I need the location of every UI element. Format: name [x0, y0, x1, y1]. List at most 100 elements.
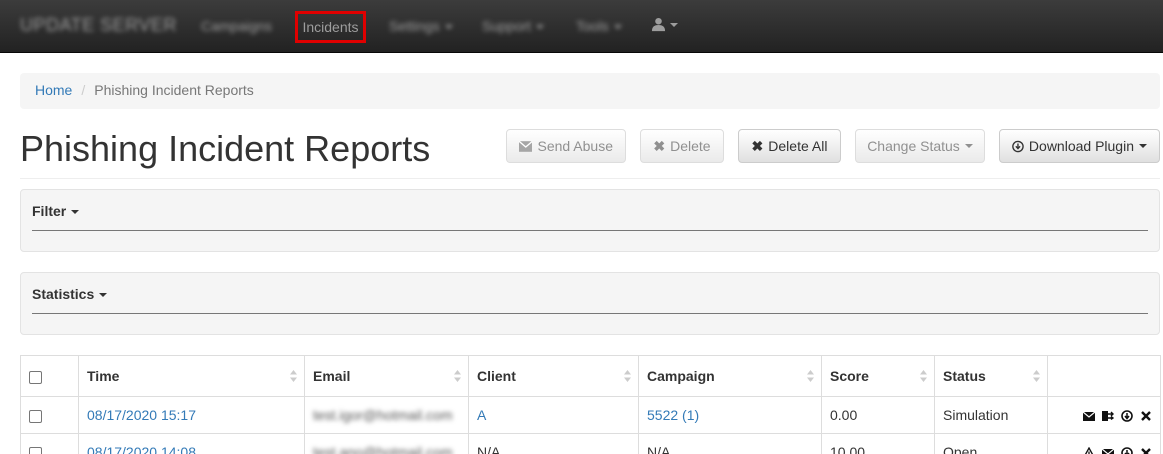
table-header-row: Time Email Client Campaign Score Status [20, 355, 1161, 397]
column-header-time[interactable]: Time [78, 355, 305, 397]
email-cell: test.ano@hotmail.com [304, 433, 469, 454]
filter-toggle[interactable]: Filter [32, 203, 80, 219]
caret-down-icon [670, 22, 678, 27]
column-header-label: Time [87, 368, 120, 384]
delete-icon[interactable] [1140, 447, 1152, 454]
select-all-checkbox[interactable] [29, 370, 42, 384]
envelope-icon[interactable] [1102, 447, 1115, 454]
caret-down-icon [1139, 144, 1147, 148]
breadcrumb: Home / Phishing Incident Reports [20, 73, 1160, 109]
row-checkbox[interactable] [29, 409, 42, 423]
select-all-cell [20, 355, 79, 397]
campaign-link[interactable]: 5522 (1) [638, 396, 822, 434]
status-value: Simulation [934, 396, 1048, 434]
time-link[interactable]: 08/17/2020 15:17 [78, 396, 305, 434]
column-header-label: Client [477, 368, 516, 384]
incidents-table: Time Email Client Campaign Score Status … [20, 355, 1161, 454]
row-select-cell [20, 433, 79, 454]
caret-down-icon [444, 25, 453, 30]
score-value: 0.00 [821, 396, 935, 434]
nav-support-dropdown[interactable]: Support [482, 18, 545, 34]
download-plugin-dropdown[interactable]: Download Plugin [999, 129, 1160, 163]
nav-settings-dropdown[interactable]: Settings [389, 18, 453, 34]
change-status-label: Change Status [867, 138, 960, 154]
sort-icon [624, 370, 631, 382]
column-header-campaign[interactable]: Campaign [638, 355, 822, 397]
breadcrumb-current: Phishing Incident Reports [94, 82, 254, 98]
email-value: test.ano@hotmail.com [313, 444, 453, 454]
top-navbar: UPDATE SERVER Campaigns Incidents Settin… [0, 0, 1163, 53]
envelope-icon [519, 140, 533, 152]
nav-tools-label: Tools [576, 18, 609, 34]
column-header-label: Status [943, 368, 986, 384]
column-header-label: Score [830, 368, 869, 384]
download-icon[interactable] [1121, 447, 1133, 454]
sort-icon [807, 370, 814, 382]
sort-icon [920, 370, 927, 382]
close-icon: ✖ [653, 137, 666, 154]
campaign-value: N/A [638, 433, 822, 454]
nav-user-dropdown[interactable] [651, 17, 678, 32]
download-icon [1012, 140, 1024, 152]
envelope-icon[interactable] [1083, 410, 1096, 422]
row-actions [1047, 396, 1161, 434]
nav-support-label: Support [482, 18, 532, 34]
score-value: 10.00 [821, 433, 935, 454]
statistics-panel: Statistics [20, 272, 1160, 335]
column-header-label: Email [313, 368, 351, 384]
change-status-dropdown[interactable]: Change Status [855, 129, 985, 163]
caret-down-icon [71, 210, 80, 215]
delete-label: Delete [670, 138, 711, 154]
warning-icon[interactable] [1083, 447, 1095, 454]
row-checkbox[interactable] [29, 446, 42, 454]
nav-settings-label: Settings [389, 18, 440, 34]
send-abuse-button[interactable]: Send Abuse [506, 129, 626, 163]
client-link[interactable]: A [468, 396, 639, 434]
status-value: Open [934, 433, 1048, 454]
nav-campaigns-label: Campaigns [201, 18, 272, 34]
delete-all-label: Delete All [768, 138, 828, 154]
download-plugin-label: Download Plugin [1028, 138, 1134, 154]
send-abuse-label: Send Abuse [537, 138, 613, 154]
delete-button[interactable]: ✖ Delete [640, 129, 724, 163]
client-value: N/A [468, 433, 639, 454]
row-select-cell [20, 396, 79, 434]
caret-down-icon [613, 25, 622, 30]
caret-down-icon [964, 144, 973, 148]
column-header-actions [1047, 355, 1161, 397]
download-icon[interactable] [1121, 410, 1133, 423]
delete-all-button[interactable]: ✖ Delete All [738, 129, 841, 163]
user-icon [651, 17, 666, 32]
sort-icon [454, 370, 461, 382]
caret-down-icon [536, 25, 545, 30]
page-title: Phishing Incident Reports [20, 128, 431, 169]
breadcrumb-home-link[interactable]: Home [35, 82, 72, 98]
time-link[interactable]: 08/17/2020 14:08 [78, 433, 305, 454]
filter-label: Filter [32, 203, 67, 219]
statistics-toggle[interactable]: Statistics [32, 286, 108, 302]
email-cell: test.igor@hotmail.com [304, 396, 469, 434]
row-actions [1047, 433, 1161, 454]
nav-incidents[interactable]: Incidents [295, 11, 366, 43]
table-row: 08/17/2020 14:08 test.ano@hotmail.com N/… [20, 433, 1161, 454]
brand-logo[interactable]: UPDATE SERVER [20, 15, 177, 36]
delete-icon[interactable] [1140, 410, 1152, 422]
header-divider [20, 178, 1160, 179]
statistics-label: Statistics [32, 286, 95, 302]
nav-incidents-label: Incidents [302, 19, 359, 35]
sort-icon [290, 370, 297, 382]
breadcrumb-separator: / [81, 82, 86, 98]
caret-down-icon [99, 293, 108, 298]
statistics-divider [32, 313, 1148, 314]
nav-campaigns[interactable]: Campaigns [201, 18, 272, 34]
column-header-client[interactable]: Client [468, 355, 639, 397]
email-value: test.igor@hotmail.com [313, 407, 453, 423]
sort-icon [1033, 370, 1040, 382]
filter-panel: Filter [20, 189, 1160, 252]
nav-tools-dropdown[interactable]: Tools [576, 18, 622, 34]
column-header-status[interactable]: Status [934, 355, 1048, 397]
table-row: 08/17/2020 15:17 test.igor@hotmail.com A… [20, 396, 1161, 434]
column-header-score[interactable]: Score [821, 355, 935, 397]
transfer-icon[interactable] [1102, 410, 1115, 422]
column-header-email[interactable]: Email [304, 355, 469, 397]
